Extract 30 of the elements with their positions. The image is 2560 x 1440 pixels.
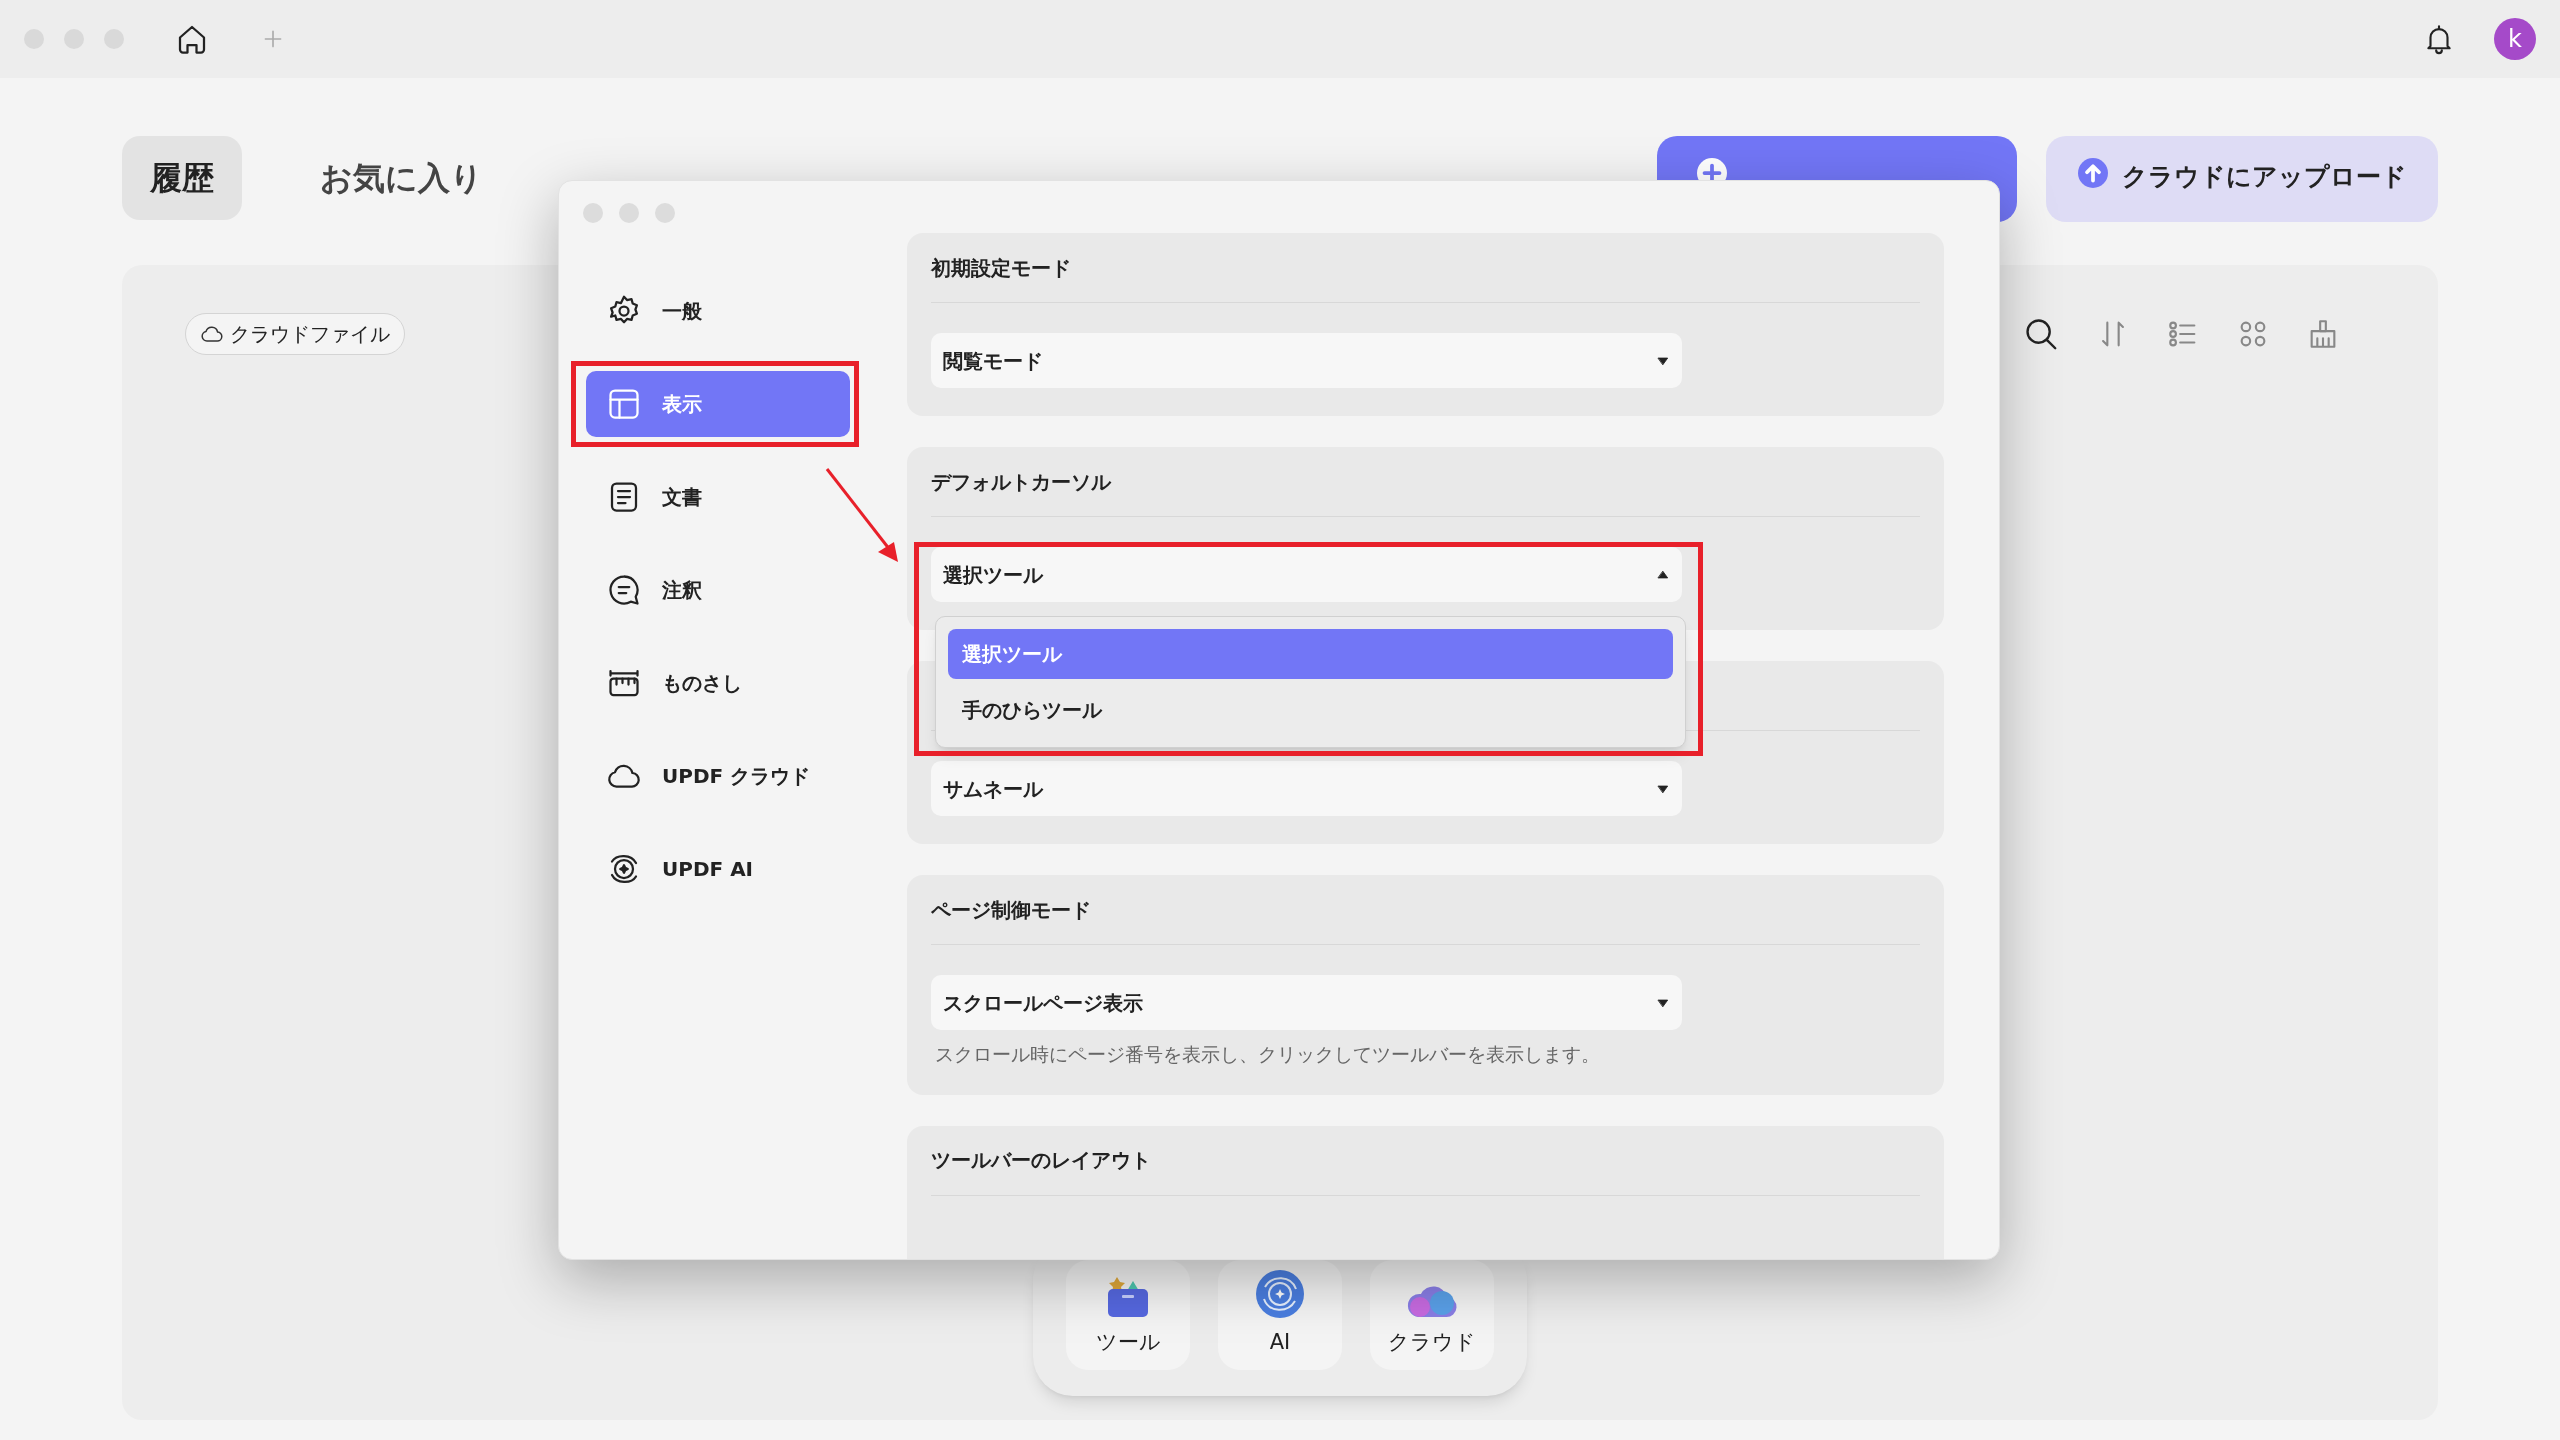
sidebar-item[interactable]: ものさし	[586, 650, 850, 716]
dock-item[interactable]: クラウド	[1370, 1260, 1494, 1370]
dock-item[interactable]: ツール	[1066, 1260, 1190, 1370]
menu-item[interactable]: 選択ツール	[948, 629, 1673, 679]
dropdown-field[interactable]: サムネール	[931, 761, 1682, 816]
section-title: デフォルトカーソル	[931, 468, 1111, 496]
tab[interactable]: お気に入り	[292, 136, 511, 220]
sidebar-item[interactable]: 文書	[586, 464, 850, 530]
layout-icon	[606, 386, 642, 422]
dropdown-field[interactable]: 閲覧モード	[931, 333, 1682, 388]
section-title: ツールバーのレイアウト	[931, 1147, 1151, 1174]
menu-item[interactable]: 手のひらツール	[948, 685, 1673, 735]
avatar[interactable]: k	[2494, 18, 2536, 60]
sidebar-item[interactable]: UPDF クラウド	[586, 743, 850, 809]
sidebar-item[interactable]: 注釈	[586, 557, 850, 623]
dropdown-field[interactable]: 選択ツール	[931, 547, 1682, 602]
upload-button[interactable]: クラウドにアップロード	[2046, 136, 2438, 222]
upload-icon	[2077, 158, 2108, 188]
comment-icon	[606, 572, 642, 608]
hint-text: スクロール時にページ番号を表示し、クリックしてツールバーを表示します。	[934, 1042, 1601, 1067]
cloud-files-chip[interactable]: クラウドファイル	[185, 313, 405, 355]
ai-icon	[1255, 1268, 1305, 1319]
tab[interactable]: 履歴	[122, 136, 242, 220]
sidebar-item[interactable]: 表示	[586, 371, 850, 437]
sidebar-item[interactable]: 一般	[586, 278, 850, 344]
section-title: ページ制御モード	[931, 896, 1091, 924]
dock-item[interactable]: AI	[1218, 1260, 1342, 1370]
section-title: 初期設定モード	[931, 254, 1071, 282]
dropdown-field[interactable]: スクロールページ表示	[931, 975, 1682, 1030]
sidebar-item[interactable]: UPDF AI	[586, 836, 850, 902]
